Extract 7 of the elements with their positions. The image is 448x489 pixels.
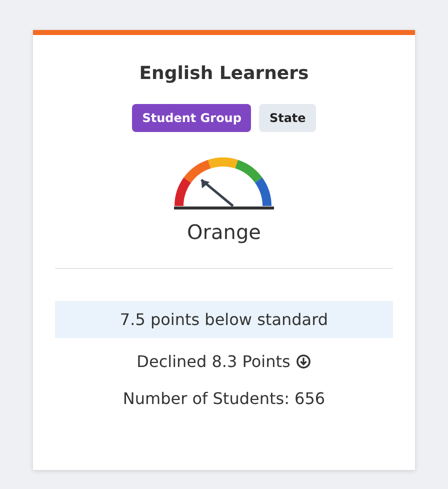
card-title: English Learners (139, 63, 309, 84)
student-count: Number of Students: 656 (122, 389, 326, 408)
status-label: Orange (187, 220, 261, 244)
tab[interactable]: Student Group (132, 104, 252, 132)
distance-text: 7.5 points below standard (55, 301, 393, 338)
tab[interactable]: State (259, 104, 316, 132)
change-text: Declined 8.3 Points (136, 352, 290, 371)
